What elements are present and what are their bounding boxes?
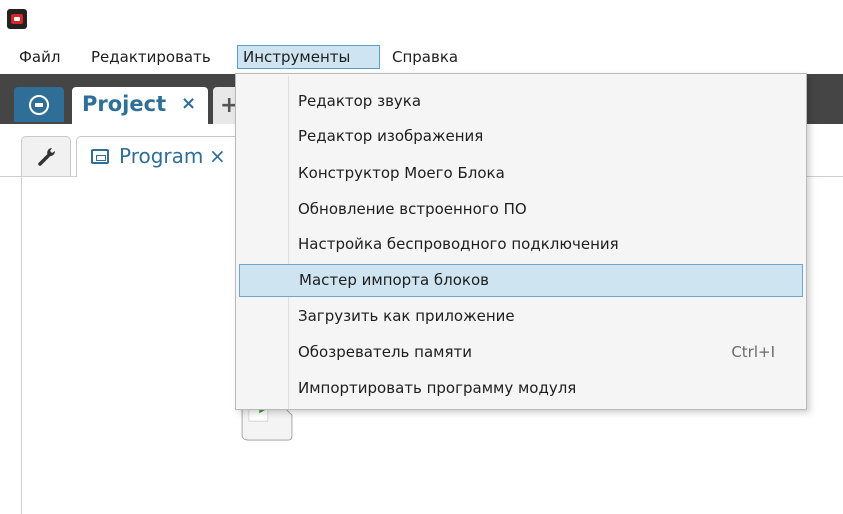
- menu-item-label: Обозреватель памяти: [298, 343, 472, 361]
- menu-item-sound-editor[interactable]: Редактор звука: [239, 85, 803, 118]
- app-logo-icon: [7, 9, 27, 29]
- menu-item-download-as-app[interactable]: Загрузить как приложение: [239, 300, 803, 333]
- menu-bar: Файл Редактировать Инструменты Справка: [0, 40, 843, 75]
- menu-tools[interactable]: Инструменты: [237, 45, 380, 69]
- lobby-tab[interactable]: [14, 87, 64, 122]
- menu-item-shortcut: Ctrl+I: [731, 343, 775, 361]
- menu-help[interactable]: Справка: [387, 45, 463, 69]
- menu-item-wireless-setup[interactable]: Настройка беспроводного подключения: [239, 228, 803, 261]
- program-tab[interactable]: Program ×: [76, 136, 246, 177]
- menu-item-label: Обновление встроенного ПО: [298, 200, 527, 218]
- menu-item-image-editor[interactable]: Редактор изображения: [239, 120, 803, 153]
- menu-item-label: Редактор звука: [298, 92, 422, 110]
- lobby-icon: [29, 95, 49, 115]
- project-tab[interactable]: Project ×: [72, 87, 208, 124]
- canvas-left-border: [21, 177, 22, 514]
- menu-item-label: Настройка беспроводного подключения: [298, 235, 619, 253]
- tools-dropdown-menu: Редактор звука Редактор изображения Конс…: [235, 73, 807, 410]
- program-tab-label: Program: [119, 144, 204, 168]
- project-tab-label: Project: [82, 92, 167, 116]
- wrench-icon: [38, 148, 55, 166]
- menu-item-firmware-update[interactable]: Обновление встроенного ПО: [239, 193, 803, 226]
- menu-item-label: Импортировать программу модуля: [298, 379, 577, 397]
- menu-item-label: Загрузить как приложение: [298, 307, 515, 325]
- title-bar: [0, 0, 843, 40]
- project-tab-close-icon[interactable]: ×: [181, 93, 196, 114]
- program-icon: [91, 149, 109, 164]
- menu-item-label: Мастер импорта блоков: [299, 271, 489, 289]
- menu-item-my-block-builder[interactable]: Конструктор Моего Блока: [239, 157, 803, 190]
- menu-item-label: Конструктор Моего Блока: [298, 164, 505, 182]
- menu-item-label: Редактор изображения: [298, 127, 484, 145]
- program-tab-close-icon[interactable]: ×: [209, 144, 226, 168]
- menu-item-import-brick-program[interactable]: Импортировать программу модуля: [239, 372, 803, 405]
- project-properties-tab[interactable]: [21, 136, 71, 176]
- menu-file[interactable]: Файл: [14, 45, 65, 69]
- menu-edit[interactable]: Редактировать: [86, 45, 216, 69]
- menu-item-memory-browser[interactable]: Обозреватель памяти Ctrl+I: [239, 336, 803, 369]
- menu-item-block-import[interactable]: Мастер импорта блоков: [239, 264, 803, 297]
